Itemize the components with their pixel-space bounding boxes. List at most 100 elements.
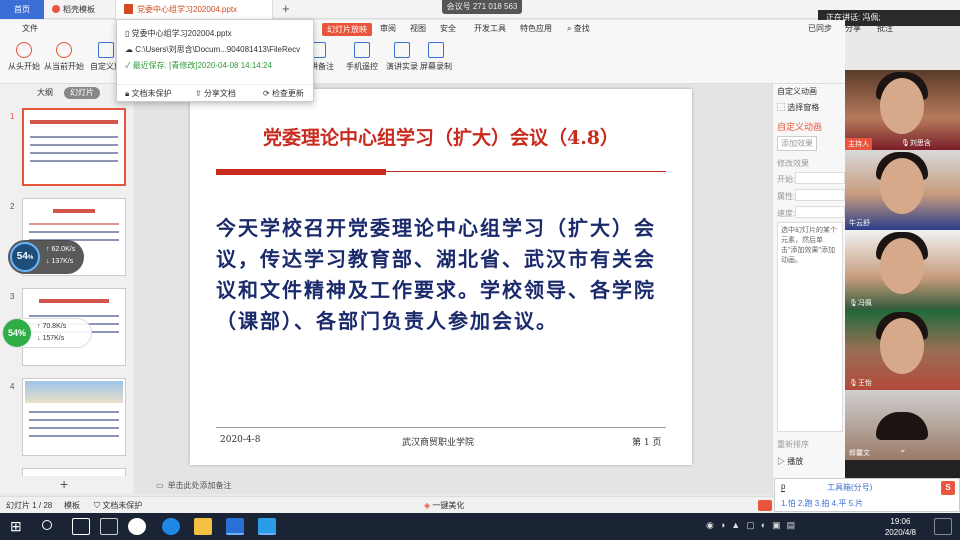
slide-thumbnail-1[interactable] [22, 108, 126, 186]
video-tile-4[interactable]: 🎙︎王怡 [845, 310, 960, 390]
protect-doc-button[interactable]: 🔒︎ 文档未保护 [125, 88, 171, 99]
task-view-icon[interactable] [100, 518, 118, 535]
tab-file[interactable]: 党委中心组学习202004.pptx [115, 0, 273, 19]
comment-button[interactable]: 批注 [877, 20, 893, 38]
reorder-label: 重新排序 [777, 440, 809, 449]
thumb-text-line [29, 419, 119, 421]
document-icon: ▯ [125, 29, 132, 38]
menu-view[interactable]: 视图 [410, 20, 426, 38]
tab-outline[interactable]: 大纲 [30, 86, 60, 100]
new-tab-button[interactable]: + [282, 1, 290, 16]
menu-file[interactable]: 文件 [22, 20, 38, 38]
folder-icon[interactable] [194, 518, 212, 535]
animation-list[interactable]: 选中幻灯片的某个元素，然后单击"添加效果"添加动画。 [777, 222, 843, 432]
popup-path[interactable]: ☁ C:\Users\刘思含\Docum...904081413\FileRec… [125, 44, 300, 55]
file-info-popup: ▯ 党委中心组学习202004.pptx ☁ C:\Users\刘思含\Docu… [116, 19, 314, 102]
record-icon [428, 42, 444, 58]
play-label: 播放 [787, 457, 804, 466]
speed-label: 速度: [777, 209, 796, 218]
add-effect-button[interactable]: 添加效果 [777, 136, 817, 151]
menu-slideshow[interactable]: 幻灯片放映 [322, 23, 372, 36]
participant-name: 郎馨文 [849, 450, 870, 457]
property-select[interactable] [795, 189, 845, 201]
from-start-label: 从头开始 [8, 62, 40, 71]
protect-label: 文档未保护 [131, 89, 172, 98]
from-current-button[interactable]: 从当前开始 [42, 42, 86, 72]
video-tile-2[interactable]: 牛云舒 [845, 150, 960, 230]
protect-status[interactable]: ⛉ 文档未保护 [94, 497, 142, 514]
meeting-app-icon[interactable] [258, 518, 276, 535]
thumb-number: 1 [10, 112, 15, 121]
download-speed-value: 137K/s [51, 258, 74, 265]
slide-page-number: 第 1 页 [632, 438, 662, 448]
ime-candidates[interactable]: 1.怕 2.跑 3.拍 4.平 5.片 [781, 498, 863, 509]
system-clock[interactable]: 19:06 2020/4/8 [885, 516, 916, 538]
menu-dev[interactable]: 开发工具 [474, 20, 506, 38]
speed-select[interactable] [795, 206, 845, 218]
tab-template-label: 稻壳模板 [63, 5, 95, 14]
remote-control-label: 手机遥控 [346, 62, 378, 71]
protect-status-label: 文档未保护 [102, 501, 143, 510]
video-tile-3[interactable]: 🎙︎冯佩 [845, 230, 960, 310]
mic-icon: 🎙︎ [901, 140, 910, 147]
app-icon[interactable] [128, 518, 146, 535]
add-slide-button[interactable]: + [60, 476, 68, 492]
chevron-down-icon[interactable]: ⌄ [899, 444, 907, 455]
slide-thumbnail-4[interactable] [22, 378, 126, 456]
participant-name: 🎙︎王怡 [849, 380, 872, 387]
ime-toolbox[interactable]: 工具箱(分号) [827, 482, 872, 493]
slide-divider [386, 171, 666, 172]
screen-record-button[interactable]: 屏幕录制 [416, 42, 456, 72]
thumb-text-line [30, 152, 118, 154]
notes-area[interactable]: ▭ 单击此处添加备注 [136, 477, 772, 495]
mic-icon: 🎙︎ [849, 300, 858, 307]
play-small-icon: ▷ [777, 457, 788, 466]
slide-title[interactable]: 党委理论中心组学习（扩大）会议（4.8） [190, 123, 692, 150]
wps-writer-icon[interactable] [226, 518, 244, 535]
sogou-logo-icon: S [941, 481, 955, 495]
view-switch: 大纲 幻灯片 [30, 86, 110, 100]
popup-path-text: C:\Users\刘思含\Docum...904081413\FileRecv [135, 45, 301, 54]
share-doc-button[interactable]: ⇪ 分享文档 [195, 88, 236, 99]
play-button[interactable]: ▷ 播放 [777, 456, 803, 467]
video-tile-5[interactable]: 郎馨文 ⌄ [845, 390, 960, 460]
tab-template[interactable]: 稻壳模板 [44, 0, 114, 19]
menu-security[interactable]: 安全 [440, 20, 456, 38]
notification-icon[interactable] [934, 518, 952, 535]
play-slideshow-icon[interactable] [758, 500, 772, 511]
remote-control-button[interactable]: 手机遥控 [342, 42, 382, 72]
thumb-text-line [30, 144, 118, 146]
current-slide[interactable]: 党委理论中心组学习（扩大）会议（4.8） 今天学校召开党委理论中心组学习（扩大）… [190, 89, 692, 465]
windows-start-icon[interactable]: ⊞ [10, 518, 28, 535]
template-status[interactable]: 模板 [64, 497, 80, 514]
slide-footer-line [216, 427, 666, 428]
person-hair [876, 412, 928, 440]
notes-placeholder: 单击此处添加备注 [167, 481, 232, 490]
tab-home[interactable]: 首页 [0, 0, 44, 19]
search-button[interactable]: ⌕ 查找 [567, 20, 590, 38]
property-label: 属性: [777, 192, 796, 201]
share-button[interactable]: 分享 [845, 20, 861, 38]
check-update-button[interactable]: ⟳ 检查更新 [263, 88, 304, 99]
ime-candidate-box: p 工具箱(分号) 1.怕 2.跑 3.拍 4.平 5.片 S [774, 478, 960, 512]
selection-pane-button[interactable]: ⬚ 选择窗格 [777, 102, 819, 113]
tab-slides[interactable]: 幻灯片 [64, 87, 100, 99]
search-icon[interactable] [42, 520, 52, 530]
menu-review[interactable]: 审阅 [380, 20, 396, 38]
task-view-icon[interactable] [72, 518, 90, 535]
menu-special[interactable]: 特色应用 [520, 20, 552, 38]
clock-time: 19:06 [890, 517, 911, 526]
beautify-button[interactable]: ◈ 一键美化 [424, 497, 464, 514]
thumb-photo [25, 381, 123, 403]
custom-animation-pane: 自定义动画 ⬚ 选择窗格 自定义动画 添加效果 修改效果 开始: 属性: 速度:… [772, 84, 846, 494]
slide-body-text[interactable]: 今天学校召开党委理论中心组学习（扩大）会议，传达学习教育部、湖北省、武汉市有关会… [216, 213, 668, 337]
edge-icon[interactable] [162, 518, 180, 535]
from-start-button[interactable]: 从头开始 [4, 42, 44, 72]
system-tray-icons[interactable]: ◉◑▲▢◐▣▤ [706, 520, 801, 531]
thumb-text-line [30, 160, 118, 162]
network-speed-widget-2: 54% ↑ 70.8K/s ↓ 157K/s [2, 318, 92, 348]
check-update-label: 检查更新 [271, 89, 304, 98]
template-icon [52, 5, 60, 13]
start-select[interactable] [795, 172, 845, 184]
slide-thumbnail-5[interactable] [22, 468, 126, 476]
